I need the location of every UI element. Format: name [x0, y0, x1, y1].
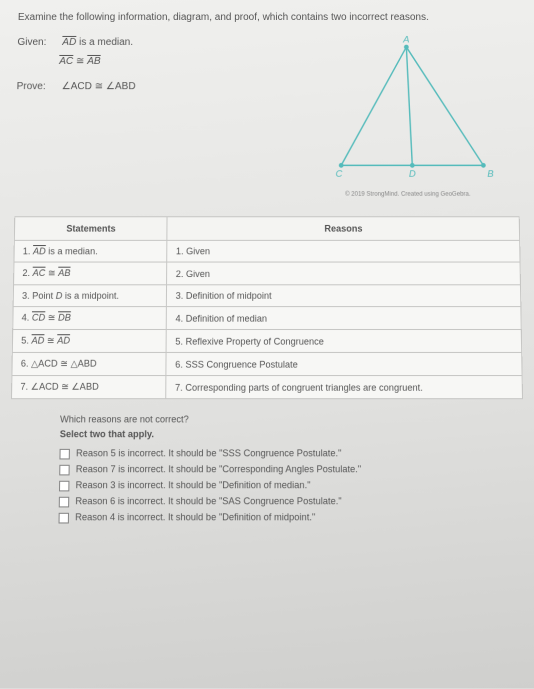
svg-text:D: D [409, 169, 416, 179]
given2-a: AC [59, 56, 73, 67]
answer-option[interactable]: Reason 3 is incorrect. It should be "Def… [59, 480, 525, 492]
given2-b: AB [87, 56, 101, 67]
given2-sym: ≅ [73, 56, 87, 67]
checkbox-icon[interactable] [59, 449, 69, 460]
svg-text:A: A [402, 34, 409, 44]
checkbox-icon[interactable] [59, 481, 69, 492]
table-row: 3. Point D is a midpoint. 3. Definition … [13, 285, 521, 307]
triangle-diagram: A C D B [311, 33, 504, 185]
question-sub: Select two that apply. [60, 429, 524, 440]
answer-option[interactable]: Reason 5 is incorrect. It should be "SSS… [59, 448, 524, 460]
prove-label: Prove: [16, 77, 59, 96]
answer-option[interactable]: Reason 6 is incorrect. It should be "SAS… [59, 496, 525, 508]
option-label: Reason 5 is incorrect. It should be "SSS… [76, 448, 341, 459]
table-row: 5. AD ≅ AD 5. Reflexive Property of Cong… [12, 329, 521, 352]
option-label: Reason 7 is incorrect. It should be "Cor… [76, 464, 361, 475]
given-prove-block: Given: AD is a median. AC ≅ AB Prove: ∠A… [15, 33, 281, 198]
option-label: Reason 4 is incorrect. It should be "Def… [75, 512, 315, 523]
diagram-attribution: © 2019 StrongMind. Created using GeoGebr… [296, 192, 519, 198]
table-row: 2. AC ≅ AB 2. Given [14, 262, 521, 285]
svg-text:C: C [336, 169, 343, 179]
table-row: 6. △ACD ≅ △ABD 6. SSS Congruence Postula… [12, 352, 522, 375]
instruction-text: Examine the following information, diagr… [18, 12, 516, 23]
checkbox-icon[interactable] [59, 465, 69, 476]
option-label: Reason 6 is incorrect. It should be "SAS… [75, 496, 341, 507]
option-label: Reason 3 is incorrect. It should be "Def… [76, 480, 311, 491]
checkbox-icon[interactable] [59, 497, 70, 508]
col-statements: Statements [14, 217, 167, 241]
table-row: 1. AD is a median. 1. Given [14, 240, 520, 262]
given1-seg: AD [62, 37, 76, 48]
table-row: 7. ∠ACD ≅ ∠ABD 7. Corresponding parts of… [11, 376, 522, 399]
given1-text: is a median. [76, 37, 133, 48]
answer-option[interactable]: Reason 7 is incorrect. It should be "Cor… [59, 464, 524, 476]
proof-table: Statements Reasons 1. AD is a median. 1.… [11, 216, 523, 399]
col-reasons: Reasons [167, 217, 519, 241]
answer-option[interactable]: Reason 4 is incorrect. It should be "Def… [59, 512, 526, 524]
given-label: Given: [17, 33, 59, 52]
svg-text:B: B [487, 169, 493, 179]
question-prompt: Which reasons are not correct? [60, 414, 524, 425]
prove-text: ∠ACD ≅ ∠ABD [62, 81, 136, 92]
table-row: 4. CD ≅ DB 4. Definition of median [13, 307, 522, 330]
checkbox-icon[interactable] [59, 513, 70, 524]
